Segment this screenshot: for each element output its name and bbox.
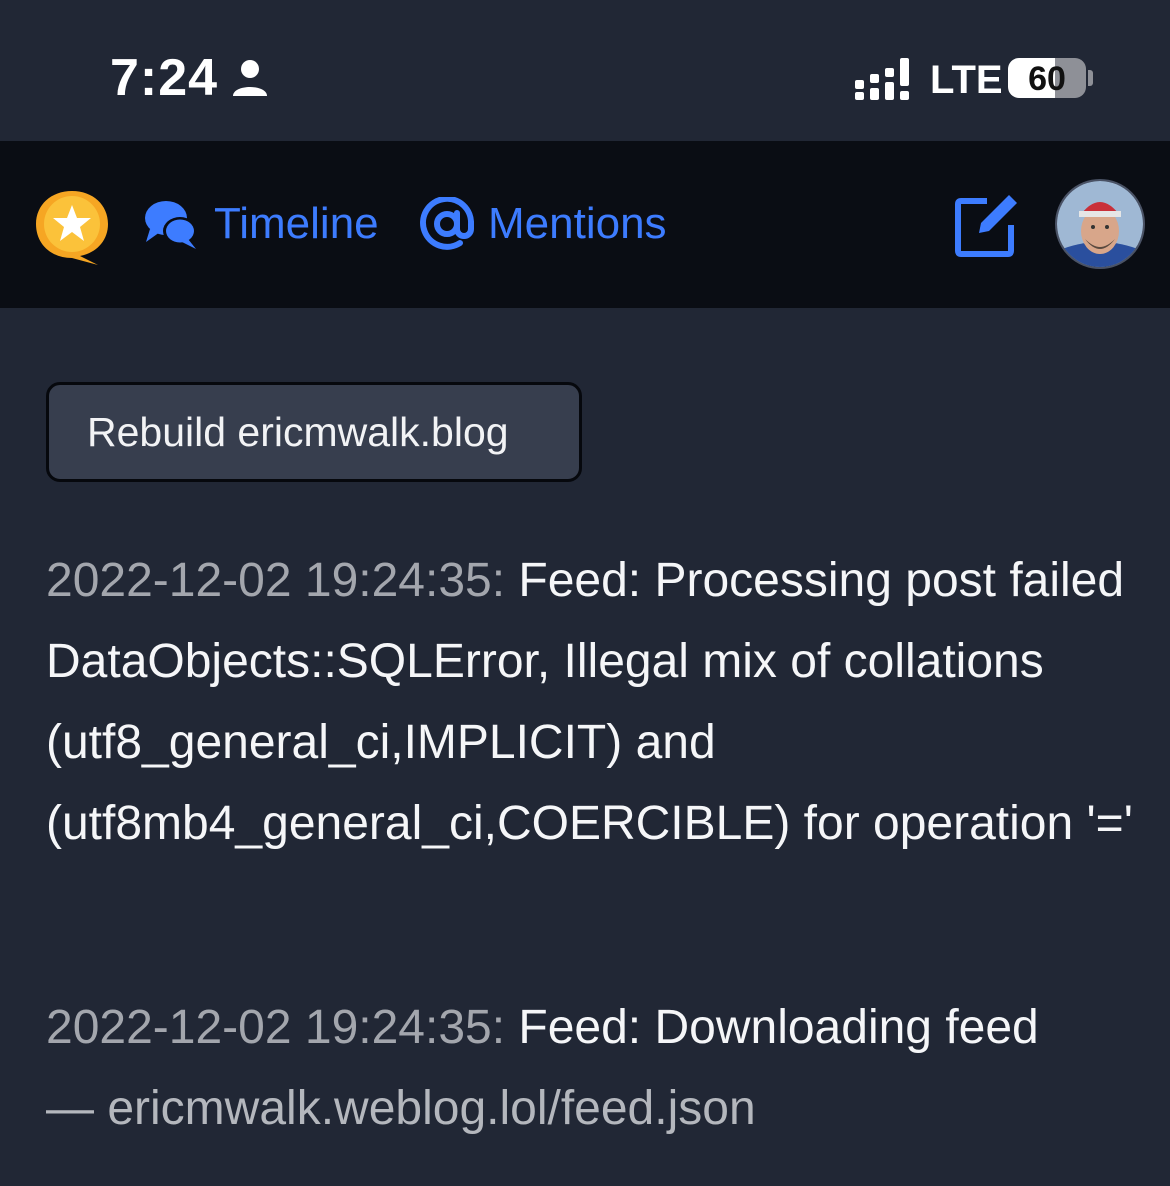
status-time: 7:24 xyxy=(110,49,219,107)
battery-icon: 60 xyxy=(1008,58,1086,98)
log-timestamp: 2022-12-02 19:24:35: xyxy=(46,554,506,607)
tab-mentions[interactable]: Mentions xyxy=(420,191,667,257)
compose-icon[interactable] xyxy=(953,191,1021,259)
tab-mentions-label: Mentions xyxy=(488,199,667,248)
log-message: Feed: Downloading feed xyxy=(518,1001,1039,1054)
rebuild-blog-button[interactable]: Rebuild ericmwalk.blog xyxy=(46,382,582,482)
status-bar: 7:24 LTE 60 xyxy=(0,0,1170,141)
battery-level: 60 xyxy=(1028,60,1066,98)
nav-bar: Timeline Mentions xyxy=(0,141,1170,308)
chat-bubbles-icon xyxy=(145,201,197,249)
tab-timeline-label: Timeline xyxy=(214,199,379,248)
battery-cap xyxy=(1088,70,1093,86)
avatar[interactable] xyxy=(1055,179,1145,269)
log-entry: 2022-12-02 19:24:35: Feed: Processing po… xyxy=(46,540,1136,864)
avatar-image xyxy=(1057,181,1143,267)
log-detail: — ericmwalk.weblog.lol/feed.json xyxy=(46,1082,756,1135)
at-sign-icon xyxy=(420,197,474,250)
network-label: LTE xyxy=(930,58,1003,102)
tab-timeline[interactable]: Timeline xyxy=(142,191,379,257)
person-icon xyxy=(233,60,267,96)
log-entry: 2022-12-02 19:24:35: Feed: Downloading f… xyxy=(46,987,1136,1149)
signal-icon xyxy=(855,58,909,100)
log-timestamp: 2022-12-02 19:24:35: xyxy=(46,1001,506,1054)
star-bubble-logo-icon[interactable] xyxy=(32,187,112,267)
